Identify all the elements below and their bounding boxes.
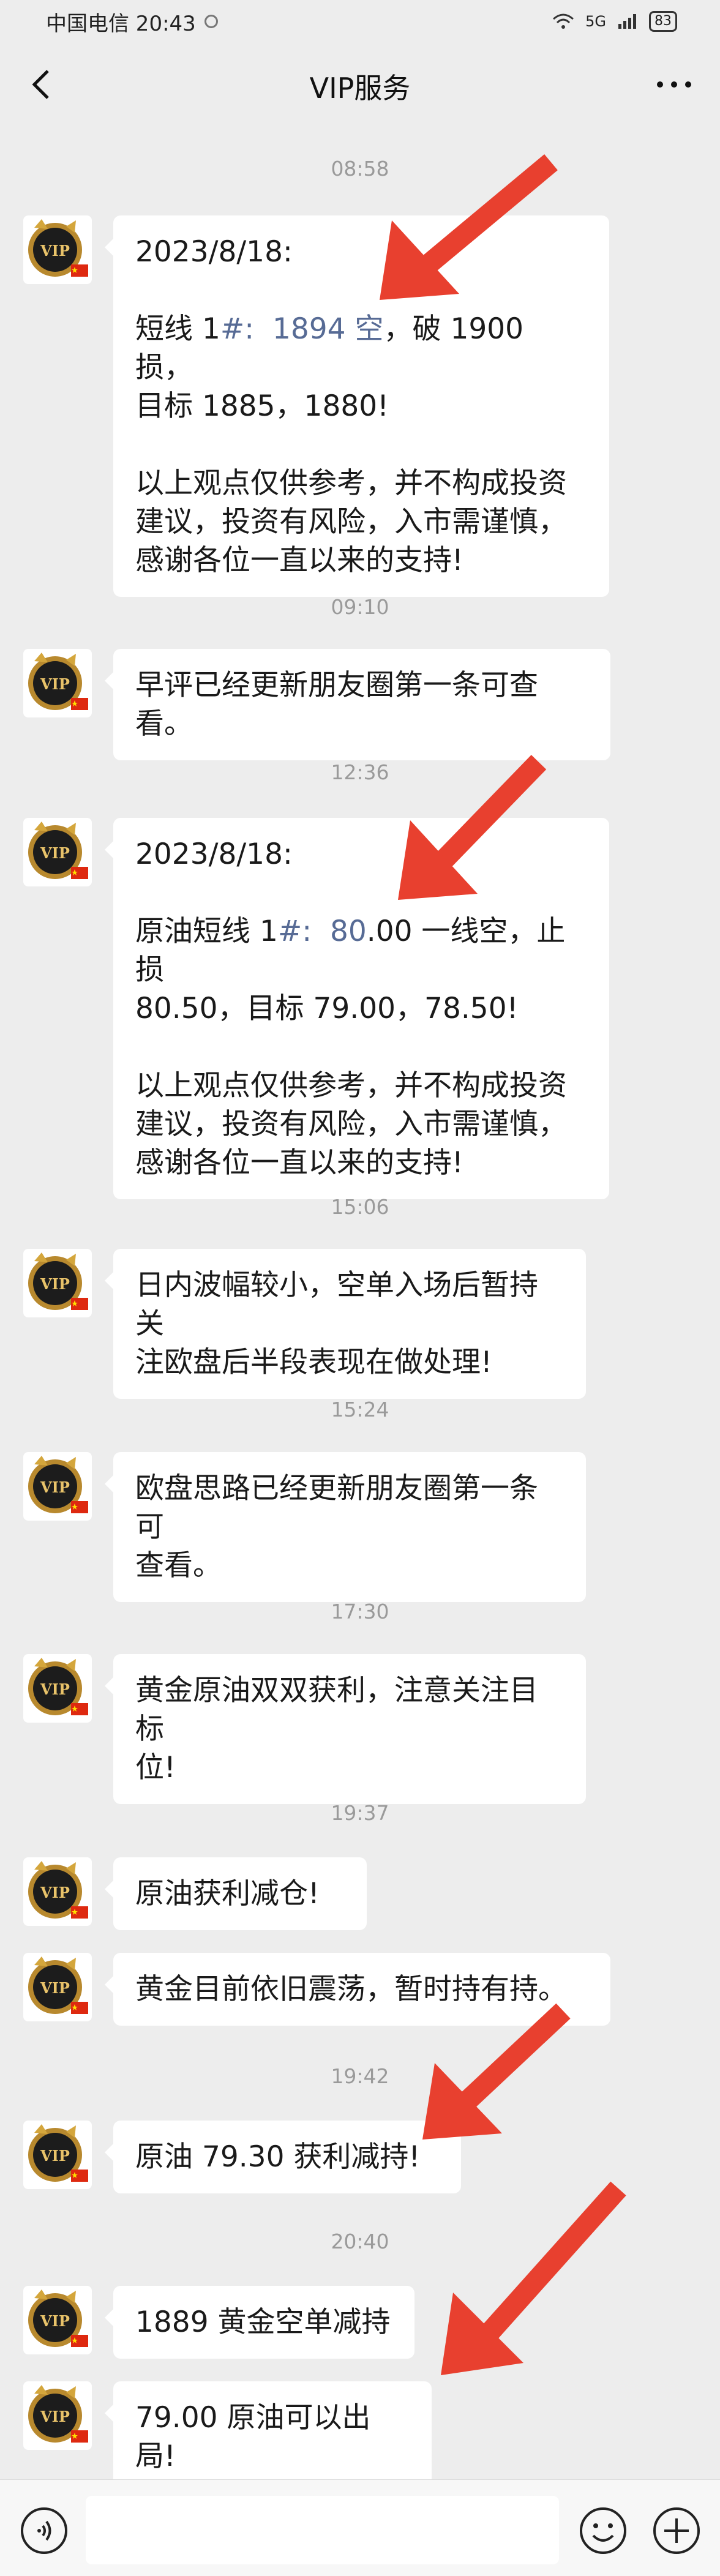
input-bar xyxy=(0,2479,720,2576)
message-text: 黄金原油双双获利，注意关注目标 位! xyxy=(135,1674,538,1784)
vip-avatar-icon[interactable]: VIP xyxy=(23,1857,92,1926)
red-arrow-icon xyxy=(441,2181,626,2375)
svg-text:VIP: VIP xyxy=(40,2147,70,2165)
message-text: 日内波幅较小，空单入场后暂持关 注欧盘后半段表现在做处理! xyxy=(135,1268,538,1379)
message-bubble[interactable]: 原油获利减仓! xyxy=(105,1857,367,1930)
vip-avatar-icon[interactable]: VIP xyxy=(23,1249,92,1317)
message-highlight-text: #: 80 xyxy=(277,915,367,948)
svg-text:VIP: VIP xyxy=(40,2312,70,2330)
svg-text:VIP: VIP xyxy=(40,1275,70,1293)
message-timestamp: 19:37 xyxy=(331,1801,389,1825)
message-text: 原油获利减仓! xyxy=(135,1877,320,1911)
message-timestamp: 15:06 xyxy=(331,1195,389,1219)
message-bubble[interactable]: 早评已经更新朋友圈第一条可查看。 xyxy=(105,649,610,760)
app-notification-icon xyxy=(204,15,218,28)
vip-avatar-icon[interactable]: VIP xyxy=(23,649,92,717)
more-dots-icon[interactable] xyxy=(653,72,696,97)
chat-header: VIP服务 xyxy=(0,43,720,130)
message-text: 79.00 原油可以出局! xyxy=(135,2401,371,2473)
message-text: 原油 79.30 获利减持! xyxy=(135,2140,421,2174)
message-text: .00 一线空，止损 80.50，目标 79.00，78.50! 以上观点仅供参… xyxy=(135,915,567,1180)
message-input[interactable] xyxy=(86,2496,559,2564)
signal-icon xyxy=(618,14,636,29)
wifi-icon xyxy=(553,13,574,29)
carrier-time: 中国电信 20:43 xyxy=(46,11,196,36)
red-arrow-icon xyxy=(422,2003,571,2140)
vip-avatar-icon[interactable]: VIP xyxy=(23,2286,92,2354)
vip-avatar-icon[interactable]: VIP xyxy=(23,2121,92,2189)
svg-text:VIP: VIP xyxy=(40,844,70,862)
svg-text:VIP: VIP xyxy=(40,242,70,260)
vip-avatar-icon[interactable]: VIP xyxy=(23,215,92,284)
message-timestamp: 19:42 xyxy=(331,2064,389,2088)
message-text: ，破 1900 损， 目标 1885，1880! 以上观点仅供参考，并不构成投资… xyxy=(135,312,567,577)
svg-text:VIP: VIP xyxy=(40,1680,70,1698)
vip-avatar-icon[interactable]: VIP xyxy=(23,1654,92,1723)
chat-title: VIP服务 xyxy=(309,72,411,105)
vip-avatar-icon[interactable]: VIP xyxy=(23,1953,92,2021)
vip-avatar-icon[interactable]: VIP xyxy=(23,818,92,886)
chevron-left-icon[interactable] xyxy=(24,66,61,103)
red-arrow-icon xyxy=(398,755,547,900)
message-text: 欧盘思路已经更新朋友圈第一条可 查看。 xyxy=(135,1472,538,1582)
message-timestamp: 09:10 xyxy=(331,595,389,619)
voice-icon[interactable] xyxy=(20,2506,69,2555)
svg-text:VIP: VIP xyxy=(40,2408,70,2425)
message-text: 1889 黄金空单减持 xyxy=(135,2305,391,2339)
svg-text:VIP: VIP xyxy=(40,1884,70,1901)
message-timestamp: 15:24 xyxy=(331,1398,389,1421)
message-bubble[interactable]: 原油 79.30 获利减持! xyxy=(105,2121,461,2193)
message-bubble[interactable]: 黄金原油双双获利，注意关注目标 位! xyxy=(105,1654,586,1804)
message-timestamp: 08:58 xyxy=(331,157,389,181)
message-bubble[interactable]: 日内波幅较小，空单入场后暂持关 注欧盘后半段表现在做处理! xyxy=(105,1249,586,1399)
svg-text:VIP: VIP xyxy=(40,1979,70,1997)
plus-icon[interactable] xyxy=(652,2506,701,2555)
message-bubble[interactable]: 欧盘思路已经更新朋友圈第一条可 查看。 xyxy=(105,1452,586,1602)
vip-avatar-icon[interactable]: VIP xyxy=(23,2381,92,2450)
message-text: 黄金目前依旧震荡，暂时持有持。 xyxy=(135,1972,567,2006)
message-bubble[interactable]: 1889 黄金空单减持 xyxy=(105,2286,414,2359)
svg-text:VIP: VIP xyxy=(40,675,70,693)
message-text: 2023/8/18: 原油短线 1 xyxy=(135,837,293,948)
emoji-icon[interactable] xyxy=(579,2506,628,2555)
message-timestamp: 17:30 xyxy=(331,1600,389,1623)
network-type: 5G xyxy=(585,13,606,30)
message-timestamp: 12:36 xyxy=(331,760,389,784)
message-highlight-text: #: 1894 空 xyxy=(220,312,384,346)
vip-avatar-icon[interactable]: VIP xyxy=(23,1452,92,1521)
red-arrow-icon xyxy=(380,154,558,300)
status-bar: 中国电信 20:43 5G 83 xyxy=(0,0,720,43)
message-text: 早评已经更新朋友圈第一条可查看。 xyxy=(135,668,538,741)
svg-text:VIP: VIP xyxy=(40,1478,70,1496)
message-bubble[interactable]: 79.00 原油可以出局! xyxy=(105,2381,432,2493)
battery-icon: 83 xyxy=(649,11,677,32)
